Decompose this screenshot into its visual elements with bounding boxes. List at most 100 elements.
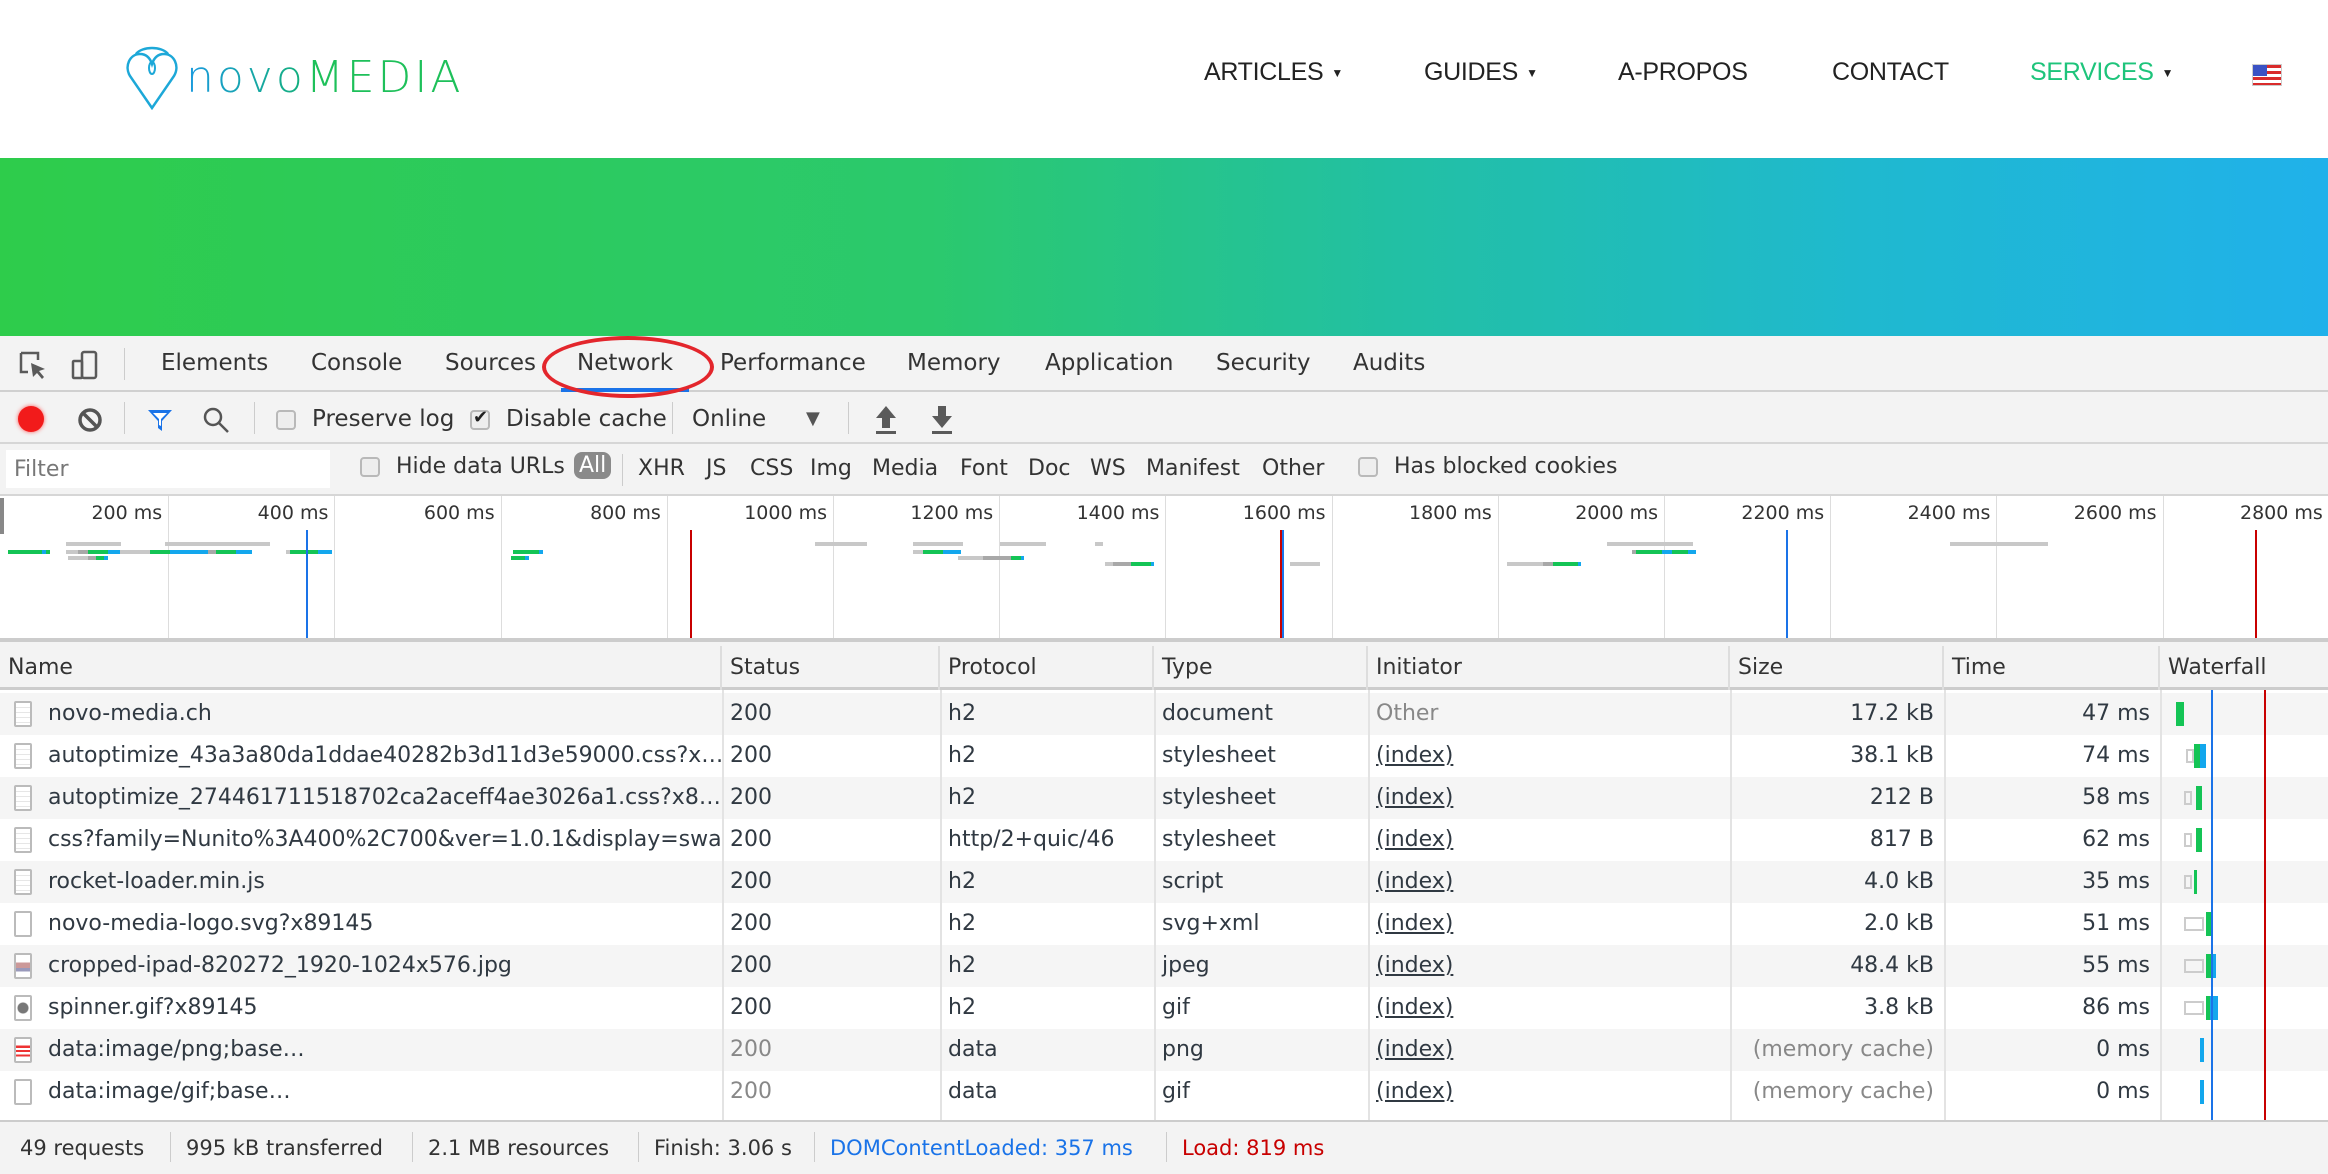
column-header-size[interactable]: Size bbox=[1730, 646, 1944, 690]
cell-initiator[interactable]: (index) bbox=[1368, 903, 1730, 945]
requests-table: Name Status Protocol Type Initiator Size… bbox=[0, 646, 2328, 1120]
cell-type: png bbox=[1162, 1037, 1204, 1062]
waterfall-queue-bar bbox=[2184, 833, 2192, 847]
device-toolbar-icon[interactable] bbox=[70, 350, 100, 380]
table-row[interactable]: novo-media.ch 200 h2 document Other 17.2 kB 47… bbox=[0, 693, 2328, 735]
cell-type: gif bbox=[1162, 1079, 1190, 1104]
cell-name[interactable]: spinner.gif?x89145 bbox=[0, 987, 722, 1029]
nav-articles[interactable]: ARTICLES ▼ bbox=[1204, 58, 1343, 87]
nav-contact[interactable]: CONTACT bbox=[1832, 58, 1949, 87]
disable-cache-checkbox[interactable] bbox=[470, 407, 490, 430]
cell-initiator[interactable]: (index) bbox=[1368, 735, 1730, 777]
cell-name[interactable]: novo-media.ch bbox=[0, 693, 722, 735]
column-header-initiator[interactable]: Initiator bbox=[1368, 646, 1730, 690]
filter-input[interactable] bbox=[6, 450, 330, 488]
cell-initiator[interactable]: (index) bbox=[1368, 987, 1730, 1029]
type-filter-xhr[interactable]: XHR bbox=[638, 456, 685, 481]
cell-name[interactable]: novo-media-logo.svg?x89145 bbox=[0, 903, 722, 945]
column-header-name[interactable]: Name bbox=[0, 646, 722, 690]
cell-protocol: data bbox=[948, 1037, 998, 1062]
us-flag-icon[interactable] bbox=[2252, 64, 2282, 86]
dom-content-loaded-marker bbox=[306, 530, 308, 638]
cell-name[interactable]: rocket-loader.min.js bbox=[0, 861, 722, 903]
hide-data-urls-checkbox[interactable] bbox=[360, 457, 380, 477]
tab-application[interactable]: Application bbox=[1045, 350, 1174, 376]
cell-size: 48.4 kB bbox=[1850, 953, 1934, 978]
tab-console[interactable]: Console bbox=[311, 350, 402, 376]
chevron-down-icon[interactable]: ▼ bbox=[806, 408, 820, 429]
column-divider bbox=[1730, 690, 1732, 1120]
filter-icon[interactable] bbox=[146, 406, 174, 434]
cell-name[interactable]: data:image/gif;base… bbox=[0, 1071, 722, 1113]
column-header-status[interactable]: Status bbox=[722, 646, 940, 690]
load-marker bbox=[2264, 690, 2266, 1120]
divider bbox=[170, 1132, 171, 1162]
tab-memory[interactable]: Memory bbox=[907, 350, 1001, 376]
table-row[interactable]: css?family=Nunito%3A400%2C700&ver=1.0.1&… bbox=[0, 819, 2328, 861]
cell-initiator[interactable]: (index) bbox=[1368, 861, 1730, 903]
tab-elements[interactable]: Elements bbox=[161, 350, 268, 376]
overview-request-bar bbox=[150, 550, 170, 554]
cell-initiator[interactable]: (index) bbox=[1368, 819, 1730, 861]
type-filter-all[interactable]: All bbox=[574, 452, 612, 479]
overview-gridline bbox=[1664, 496, 1665, 638]
table-row[interactable]: data:image/gif;base… 200 data gif (index) (me… bbox=[0, 1071, 2328, 1113]
has-blocked-cookies-checkbox[interactable] bbox=[1358, 457, 1378, 477]
type-filter-js[interactable]: JS bbox=[706, 456, 726, 481]
table-row[interactable]: cropped-ipad-820272_1920-1024x576.jpg 200… bbox=[0, 945, 2328, 987]
type-filter-doc[interactable]: Doc bbox=[1028, 456, 1071, 481]
type-filter-other[interactable]: Other bbox=[1262, 456, 1324, 481]
table-row[interactable]: spinner.gif?x89145 200 h2 gif (index) 3.8 kB 8… bbox=[0, 987, 2328, 1029]
column-header-type[interactable]: Type bbox=[1154, 646, 1368, 690]
tab-security[interactable]: Security bbox=[1216, 350, 1310, 376]
cell-name[interactable]: autoptimize_43a3a80da1ddae40282b3d11d3e5… bbox=[0, 735, 722, 777]
cell-size: 3.8 kB bbox=[1864, 995, 1934, 1020]
overview-request-bar bbox=[1553, 562, 1578, 566]
preserve-log-checkbox[interactable] bbox=[276, 410, 296, 430]
cell-initiator[interactable]: (index) bbox=[1368, 1071, 1730, 1113]
tab-audits[interactable]: Audits bbox=[1353, 350, 1425, 376]
type-filter-manifest[interactable]: Manifest bbox=[1146, 456, 1240, 481]
table-row[interactable]: novo-media-logo.svg?x89145 200 h2 svg+xml (i… bbox=[0, 903, 2328, 945]
type-filter-css[interactable]: CSS bbox=[750, 456, 793, 481]
cell-status: 200 bbox=[730, 1079, 772, 1104]
cell-status: 200 bbox=[730, 1037, 772, 1062]
export-har-icon[interactable] bbox=[928, 404, 956, 436]
cell-type: stylesheet bbox=[1162, 785, 1276, 810]
search-icon[interactable] bbox=[202, 406, 230, 434]
table-row[interactable]: autoptimize_43a3a80da1ddae40282b3d11d3e5… bbox=[0, 735, 2328, 777]
nav-guides[interactable]: GUIDES ▼ bbox=[1424, 58, 1538, 87]
cell-name[interactable]: css?family=Nunito%3A400%2C700&ver=1.0.1&… bbox=[0, 819, 722, 861]
overview-request-bar bbox=[318, 550, 332, 554]
cell-name[interactable]: cropped-ipad-820272_1920-1024x576.jpg bbox=[0, 945, 722, 987]
column-header-protocol[interactable]: Protocol bbox=[940, 646, 1154, 690]
type-filter-font[interactable]: Font bbox=[960, 456, 1008, 481]
table-row[interactable]: autoptimize_274461711518702ca2aceff4ae30… bbox=[0, 777, 2328, 819]
type-filter-img[interactable]: Img bbox=[810, 456, 852, 481]
inspect-element-icon[interactable] bbox=[18, 350, 48, 380]
throttling-select[interactable]: Online bbox=[692, 406, 766, 432]
nav-services[interactable]: SERVICES ▼ bbox=[2030, 58, 2173, 87]
cell-initiator[interactable]: (index) bbox=[1368, 777, 1730, 819]
table-row[interactable]: rocket-loader.min.js 200 h2 script (index) 4.… bbox=[0, 861, 2328, 903]
tab-sources[interactable]: Sources bbox=[445, 350, 536, 376]
import-har-icon[interactable] bbox=[872, 404, 900, 436]
cell-name[interactable]: data:image/png;base… bbox=[0, 1029, 722, 1071]
overview-range-handle[interactable] bbox=[0, 498, 4, 534]
type-filter-ws[interactable]: WS bbox=[1090, 456, 1126, 481]
transferred-size: 995 kB transferred bbox=[186, 1136, 383, 1160]
record-button[interactable] bbox=[18, 406, 44, 432]
nav-a-propos[interactable]: A-PROPOS bbox=[1618, 58, 1748, 87]
table-row[interactable]: data:image/png;base… 200 data png (index) (me… bbox=[0, 1029, 2328, 1071]
column-header-time[interactable]: Time bbox=[1944, 646, 2160, 690]
cell-initiator[interactable]: Other bbox=[1368, 693, 1730, 735]
cell-initiator[interactable]: (index) bbox=[1368, 1029, 1730, 1071]
network-overview[interactable]: 200 ms 400 ms 600 ms 800 ms 1000 ms 1200 ms 14… bbox=[0, 496, 2328, 642]
cell-name[interactable]: autoptimize_274461711518702ca2aceff4ae30… bbox=[0, 777, 722, 819]
tab-performance[interactable]: Performance bbox=[720, 350, 866, 376]
clear-icon[interactable] bbox=[76, 406, 104, 434]
column-header-waterfall[interactable]: Waterfall bbox=[2160, 646, 2328, 690]
tab-network[interactable]: Network bbox=[560, 350, 690, 392]
cell-initiator[interactable]: (index) bbox=[1368, 945, 1730, 987]
type-filter-media[interactable]: Media bbox=[872, 456, 938, 481]
